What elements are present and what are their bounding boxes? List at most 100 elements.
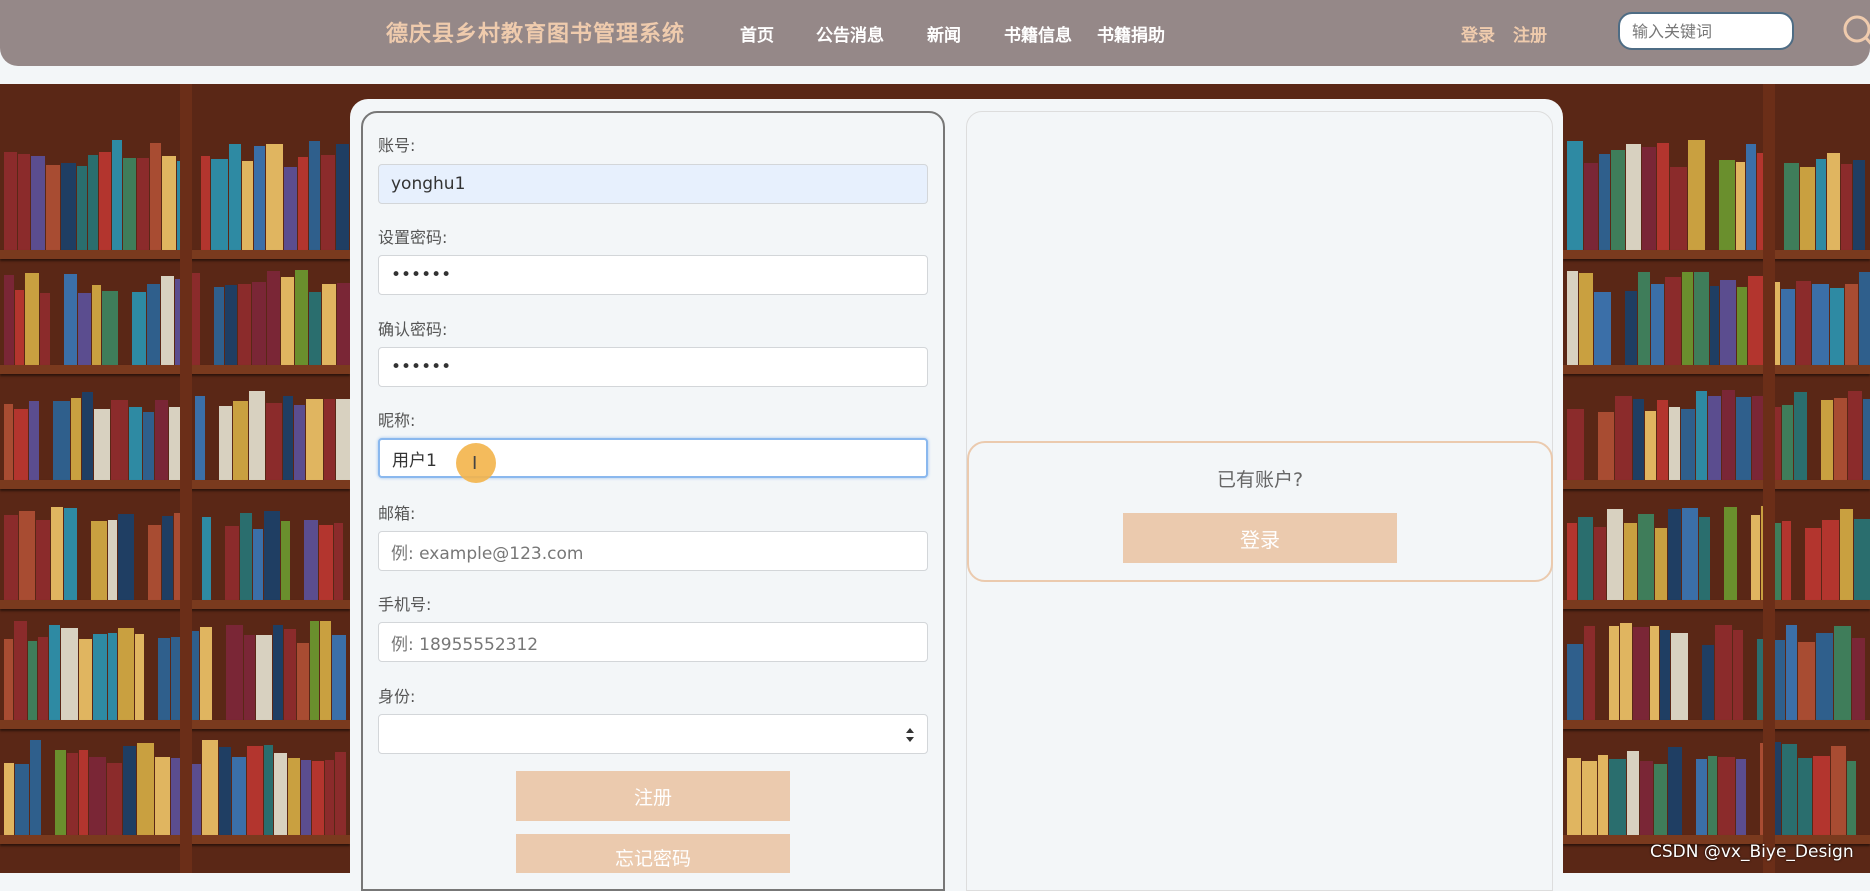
role-select[interactable] <box>378 714 928 754</box>
book-spine <box>283 396 293 480</box>
confirm-password-input[interactable]: •••••• <box>378 347 928 387</box>
book-spine <box>143 411 154 480</box>
forgot-password-button[interactable]: 忘记密码 <box>516 834 790 873</box>
book-spine <box>1786 624 1797 720</box>
book-spine <box>129 406 142 480</box>
book-spine <box>1708 396 1721 480</box>
book-spine <box>1782 520 1791 600</box>
book-spine <box>4 404 13 480</box>
book-spine <box>202 740 218 835</box>
book-spine <box>244 635 255 720</box>
register-button[interactable]: 注册 <box>516 771 790 821</box>
shelf-board <box>0 720 350 729</box>
nav-home[interactable]: 首页 <box>740 21 774 46</box>
book-spine <box>38 636 48 720</box>
shelf-board <box>1563 365 1870 374</box>
book-spine <box>320 621 331 720</box>
book-spine <box>1708 755 1717 835</box>
book-spine <box>1840 508 1853 600</box>
book-spine <box>40 292 50 365</box>
book-spine <box>1798 642 1815 720</box>
book-spine <box>1736 397 1751 480</box>
book-spine <box>78 292 91 365</box>
book-spine <box>102 290 118 365</box>
book-spine <box>321 155 335 250</box>
confirm-password-value: •••••• <box>391 357 452 377</box>
book-spine <box>1831 745 1846 835</box>
nav-announcements[interactable]: 公告消息 <box>816 21 884 46</box>
email-input[interactable]: 例: example@123.com <box>378 531 928 571</box>
nav-book-info[interactable]: 书籍信息 <box>1004 21 1072 46</box>
book-spine <box>1567 522 1577 600</box>
book-spine <box>30 740 41 835</box>
search-input[interactable] <box>1618 12 1794 50</box>
book-spine <box>298 156 308 250</box>
book-spine <box>1781 289 1795 365</box>
book-spine <box>281 277 294 365</box>
book-spine <box>1567 141 1583 250</box>
book-spine <box>240 512 252 600</box>
phone-input[interactable]: 例: 18955552312 <box>378 622 928 662</box>
shelf-row <box>0 390 350 480</box>
email-placeholder: 例: example@123.com <box>391 543 584 564</box>
shelf-board <box>0 480 350 489</box>
phone-placeholder: 例: 18955552312 <box>391 634 539 655</box>
book-spine <box>226 625 243 720</box>
book-spine <box>256 634 272 720</box>
book-spine <box>1696 759 1707 835</box>
book-spine <box>1854 518 1870 600</box>
book-spine <box>135 633 144 720</box>
book-spine <box>15 290 24 365</box>
book-spine <box>1657 143 1669 250</box>
book-spine <box>108 632 117 720</box>
book-spine <box>225 284 237 365</box>
login-button[interactable]: 登录 <box>1123 513 1397 563</box>
nav-news[interactable]: 新闻 <box>927 21 961 46</box>
book-spine <box>1669 406 1680 480</box>
book-spine <box>266 403 282 480</box>
book-spine <box>1812 284 1829 365</box>
header-login-link[interactable]: 登录 <box>1461 21 1495 46</box>
bookshelf-left <box>0 84 350 873</box>
book-spine <box>79 638 92 720</box>
book-spine <box>1694 271 1709 365</box>
book-spine <box>1794 392 1807 480</box>
book-spine <box>195 396 205 480</box>
book-spine <box>322 284 336 365</box>
shelf-row <box>1563 390 1870 480</box>
book-spine <box>1699 516 1710 600</box>
watermark: CSDN @vx_Biye_Design <box>1650 842 1854 862</box>
book-spine <box>148 525 161 600</box>
book-spine <box>161 276 174 365</box>
book-spine <box>1827 153 1840 250</box>
account-input[interactable]: yonghu1 <box>378 164 928 204</box>
search-icon[interactable] <box>1840 12 1870 50</box>
book-spine <box>1796 281 1811 365</box>
book-spine <box>107 763 122 835</box>
book-spine <box>1822 520 1839 600</box>
shelf-board <box>1563 600 1870 609</box>
book-spine <box>15 763 29 835</box>
book-spine <box>1567 758 1581 835</box>
book-spine <box>337 283 350 365</box>
nav-book-donation[interactable]: 书籍捐助 <box>1097 21 1165 46</box>
password-input[interactable]: •••••• <box>378 255 928 295</box>
book-spine <box>1627 750 1639 835</box>
book-spine <box>155 756 170 835</box>
book-spine <box>1567 408 1584 480</box>
book-spine <box>1633 626 1649 720</box>
site-title[interactable]: 德庆县乡村教育图书管理系统 <box>386 16 685 48</box>
book-spine <box>1720 280 1736 365</box>
header-register-link[interactable]: 注册 <box>1513 21 1547 46</box>
confirm-password-label: 确认密码: <box>378 320 448 339</box>
book-spine <box>111 399 128 480</box>
book-spine <box>1615 395 1632 480</box>
book-spine <box>1816 158 1826 250</box>
book-spine <box>191 272 200 365</box>
book-spine <box>91 520 107 600</box>
book-spine <box>4 274 14 365</box>
book-spine <box>1640 760 1653 835</box>
shelf-row <box>1563 270 1870 365</box>
book-spine <box>225 526 239 600</box>
phone-label: 手机号: <box>378 595 432 614</box>
